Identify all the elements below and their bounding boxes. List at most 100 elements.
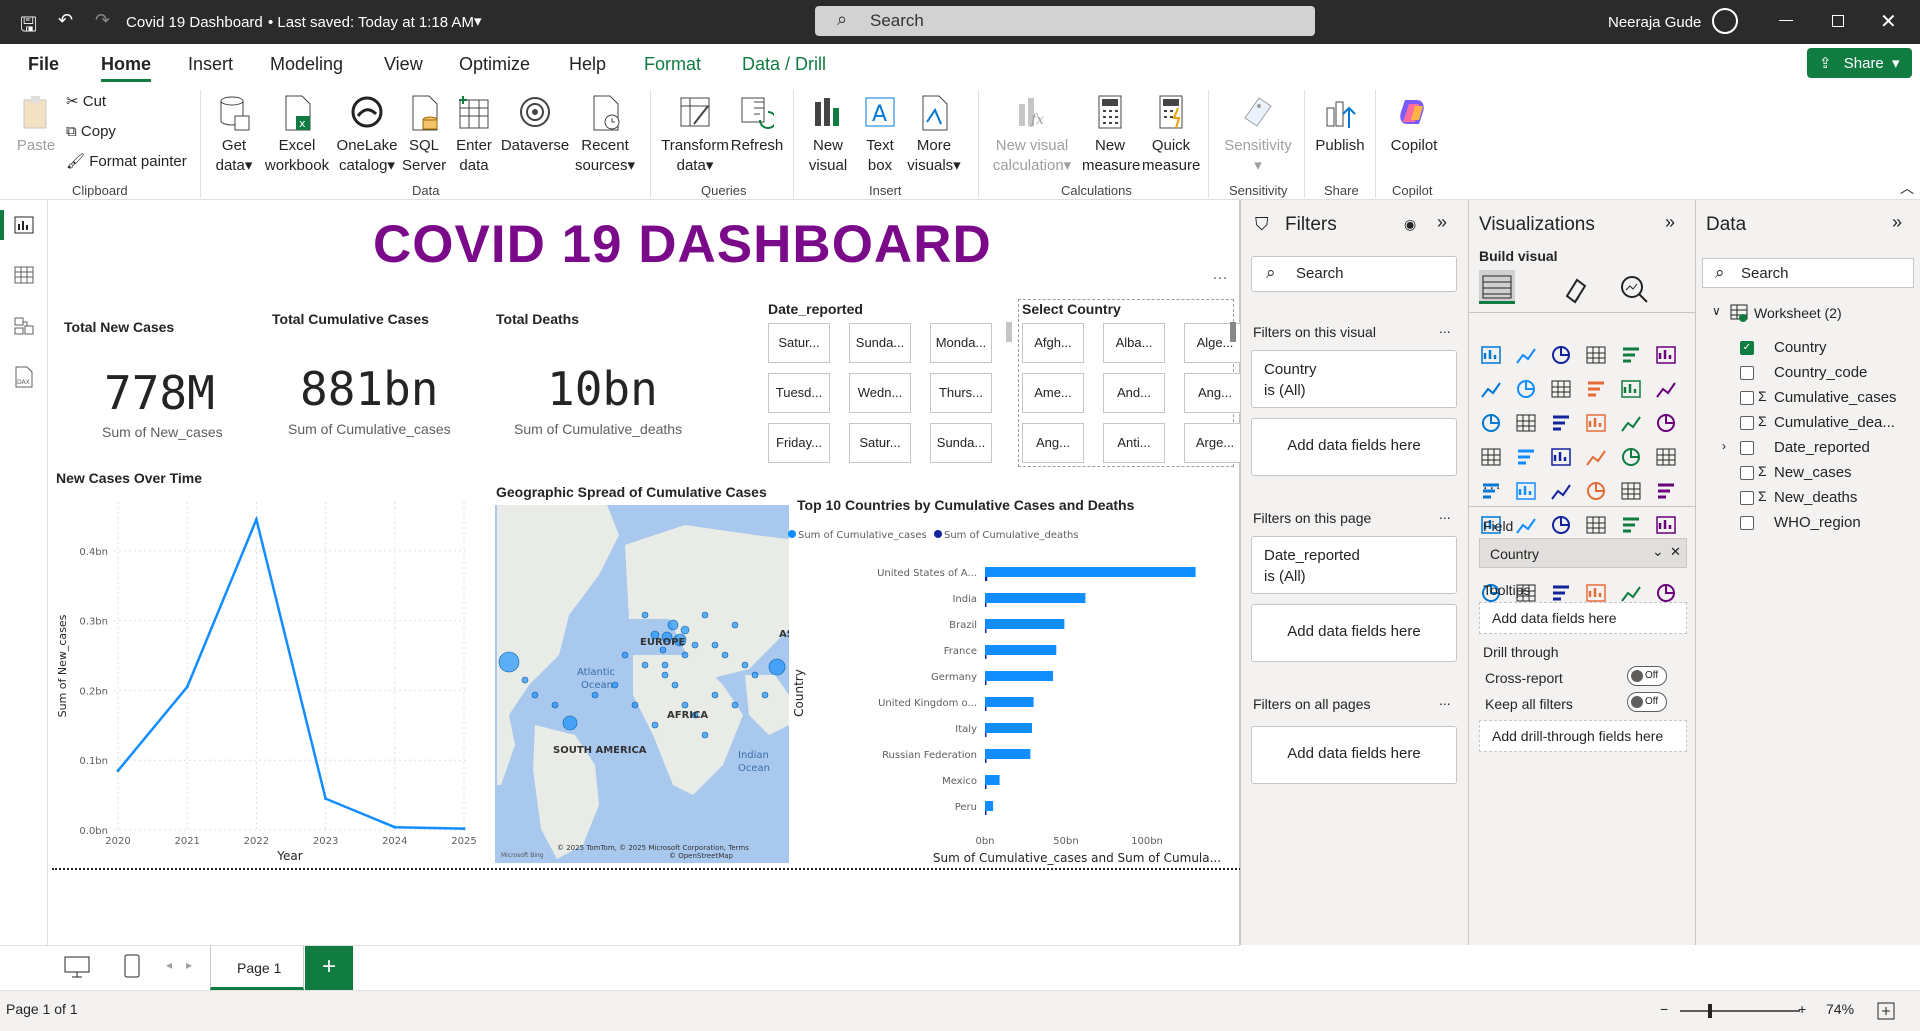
eye-icon[interactable]: ◉ — [1404, 216, 1416, 233]
field-checkbox[interactable] — [1740, 516, 1754, 530]
data-field-item[interactable]: Σ Cumulative_dea... — [1696, 412, 1920, 434]
menu-insert[interactable]: Insert — [188, 54, 233, 75]
visual-type-icon[interactable] — [1514, 411, 1540, 435]
avatar[interactable] — [1712, 8, 1738, 34]
bar-chart[interactable]: Sum of Cumulative_cases Sum of Cumulative… — [788, 518, 1258, 918]
table-view-icon[interactable] — [14, 266, 34, 284]
visual-type-icon[interactable] — [1584, 377, 1610, 401]
field-well-country[interactable]: Country ⌄ ✕ — [1479, 538, 1687, 568]
new-visual-calculation-button[interactable]: fx New visual calculation▾ — [990, 94, 1074, 176]
visual-type-icon[interactable] — [1619, 479, 1645, 503]
visual-type-icon[interactable] — [1619, 377, 1645, 401]
minimize-icon[interactable] — [1779, 20, 1793, 21]
visual-type-icon[interactable] — [1549, 479, 1575, 503]
visual-type-icon[interactable] — [1549, 513, 1575, 537]
transform-data-button[interactable]: Transform data▾ — [658, 94, 732, 176]
desktop-layout-icon[interactable] — [64, 956, 90, 978]
keep-all-filters-toggle[interactable]: Off — [1627, 692, 1667, 712]
field-checkbox[interactable]: ✓ — [1740, 341, 1754, 355]
visual-type-icon[interactable] — [1654, 377, 1680, 401]
filter-card-date[interactable]: Date_reported is (All) — [1251, 536, 1457, 594]
cut-button[interactable]: ✂ Cut — [66, 92, 106, 112]
visual-type-icon[interactable] — [1514, 479, 1540, 503]
format-visual-icon[interactable] — [1561, 274, 1591, 304]
more-options-icon[interactable]: ... — [1439, 506, 1451, 522]
model-view-icon[interactable] — [14, 316, 34, 336]
map[interactable]: EUROPE AS Atlantic Ocean AFRICA SOUTH AM… — [495, 505, 789, 863]
visual-type-icon[interactable] — [1619, 411, 1645, 435]
sensitivity-button[interactable]: Sensitivity ▾ — [1220, 94, 1296, 176]
data-field-item[interactable]: WHO_region — [1696, 512, 1920, 534]
country-slicer-item[interactable]: And... — [1103, 373, 1165, 413]
onelake-catalog-button[interactable]: OneLake catalog▾ — [334, 94, 400, 176]
visual-type-icon[interactable] — [1654, 343, 1680, 367]
undo-icon[interactable]: ↶ — [58, 10, 73, 31]
recent-sources-button[interactable]: Recent sources▾ — [570, 94, 640, 176]
visual-type-icon[interactable] — [1619, 343, 1645, 367]
menu-help[interactable]: Help — [569, 54, 606, 75]
share-button[interactable]: ⇪ Share ▾ — [1807, 48, 1912, 78]
date-slicer-item[interactable]: Satur... — [849, 423, 911, 463]
field-checkbox[interactable] — [1740, 466, 1754, 480]
country-slicer-item[interactable]: Anti... — [1103, 423, 1165, 463]
analytics-icon[interactable] — [1619, 274, 1649, 304]
visual-type-icon[interactable] — [1584, 343, 1610, 367]
fit-to-page-icon[interactable] — [1876, 1001, 1896, 1021]
copy-button[interactable]: ⧉ Copy — [66, 122, 116, 142]
visual-type-icon[interactable] — [1549, 411, 1575, 435]
data-field-item[interactable]: Σ Cumulative_cases — [1696, 387, 1920, 409]
date-slicer-item[interactable]: Satur... — [768, 323, 830, 363]
next-page-icon[interactable]: ▸ — [186, 958, 192, 972]
more-options-icon[interactable]: ... — [1439, 692, 1451, 708]
visual-type-icon[interactable] — [1654, 513, 1680, 537]
visual-type-icon[interactable] — [1479, 343, 1505, 367]
save-icon[interactable]: 🖫 — [20, 10, 37, 44]
previous-page-icon[interactable]: ◂ — [166, 958, 172, 972]
menu-modeling[interactable]: Modeling — [270, 54, 343, 75]
zoom-in-icon[interactable]: + — [1798, 1001, 1806, 1017]
data-field-item[interactable]: Σ New_cases — [1696, 462, 1920, 484]
menu-data-drill[interactable]: Data / Drill — [742, 54, 826, 75]
data-field-item[interactable]: Country_code — [1696, 362, 1920, 384]
menu-format[interactable]: Format — [644, 54, 701, 75]
country-slicer-item[interactable]: Ang... — [1022, 423, 1084, 463]
chevron-down-icon[interactable]: ⌄ — [1652, 543, 1664, 560]
filters-search-input[interactable]: ⌕ Search — [1251, 256, 1457, 292]
drill-through-drop-zone[interactable]: Add drill-through fields here — [1479, 720, 1687, 752]
worksheet-table[interactable]: Worksheet (2) — [1754, 305, 1842, 321]
field-checkbox[interactable] — [1740, 441, 1754, 455]
country-slicer-item[interactable]: Ame... — [1022, 373, 1084, 413]
field-checkbox[interactable] — [1740, 391, 1754, 405]
copilot-button[interactable]: Copilot — [1384, 94, 1444, 156]
text-box-button[interactable]: A Text box — [858, 94, 902, 176]
page-tab-page-1[interactable]: Page 1 — [210, 946, 304, 990]
visual-type-icon[interactable] — [1654, 479, 1680, 503]
zoom-out-icon[interactable]: − — [1660, 1001, 1668, 1017]
date-slicer-item[interactable]: Tuesd... — [768, 373, 830, 413]
dataverse-button[interactable]: Dataverse — [500, 94, 570, 156]
data-field-item[interactable]: › Date_reported — [1696, 437, 1920, 459]
filters-page-drop-zone[interactable]: Add data fields here — [1251, 604, 1457, 662]
format-painter-button[interactable]: 🖌 Format painter — [66, 152, 187, 172]
menu-file[interactable]: File — [28, 54, 59, 75]
build-visual-tab[interactable] — [1479, 270, 1515, 304]
date-slicer-item[interactable]: Monda... — [930, 323, 992, 363]
menu-view[interactable]: View — [384, 54, 423, 75]
close-icon[interactable]: ✕ — [1880, 9, 1897, 34]
visual-type-icon[interactable] — [1514, 445, 1540, 469]
line-chart[interactable]: 0.0bn 0.1bn 0.2bn 0.3bn 0.4bn 2020 2021 2022 202… — [48, 490, 488, 870]
date-slicer-item[interactable]: Friday... — [768, 423, 830, 463]
more-visuals-button[interactable]: More visuals▾ — [904, 94, 964, 176]
chevron-down-icon[interactable]: ∨ — [1712, 304, 1721, 318]
field-checkbox[interactable] — [1740, 366, 1754, 380]
visual-type-icon[interactable] — [1584, 513, 1610, 537]
date-slicer-item[interactable]: Sunda... — [930, 423, 992, 463]
menu-home[interactable]: Home — [101, 54, 151, 75]
visual-type-icon[interactable] — [1619, 445, 1645, 469]
zoom-slider-thumb[interactable] — [1708, 1004, 1712, 1018]
data-field-item[interactable]: ✓ Country — [1696, 337, 1920, 359]
country-slicer-item[interactable]: Afgh... — [1022, 323, 1084, 363]
remove-field-icon[interactable]: ✕ — [1670, 544, 1681, 560]
paste-button[interactable]: Paste — [14, 94, 58, 156]
collapse-visualizations-icon[interactable]: » — [1665, 212, 1675, 233]
